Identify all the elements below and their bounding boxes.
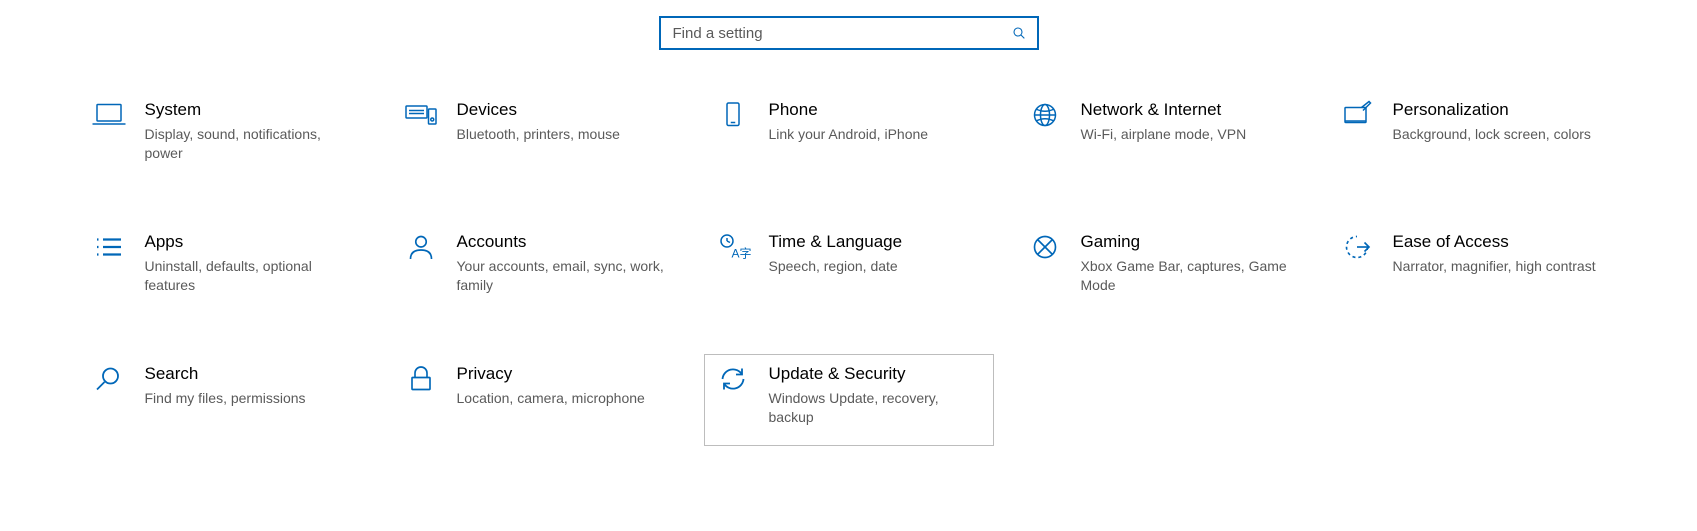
tile-desc: Windows Update, recovery, backup xyxy=(769,389,979,427)
tile-personalization[interactable]: Personalization Background, lock screen,… xyxy=(1328,90,1618,182)
tile-ease-of-access[interactable]: Ease of Access Narrator, magnifier, high… xyxy=(1328,222,1618,314)
tile-gaming[interactable]: Gaming Xbox Game Bar, captures, Game Mod… xyxy=(1016,222,1306,314)
tile-system[interactable]: System Display, sound, notifications, po… xyxy=(80,90,370,182)
tile-desc: Speech, region, date xyxy=(769,257,903,276)
svg-text:A字: A字 xyxy=(731,246,751,261)
time-language-icon: A字 xyxy=(711,229,755,265)
tile-title: Ease of Access xyxy=(1393,231,1596,253)
person-icon xyxy=(399,229,443,265)
tile-title: Privacy xyxy=(457,363,645,385)
tile-title: Gaming xyxy=(1081,231,1291,253)
tile-title: Apps xyxy=(145,231,355,253)
list-icon xyxy=(87,229,131,265)
tile-title: Personalization xyxy=(1393,99,1591,121)
tile-title: System xyxy=(145,99,355,121)
tile-desc: Wi-Fi, airplane mode, VPN xyxy=(1081,125,1247,144)
tile-desc: Narrator, magnifier, high contrast xyxy=(1393,257,1596,276)
tile-title: Phone xyxy=(769,99,929,121)
paintbrush-icon xyxy=(1335,97,1379,133)
tile-desc: Location, camera, microphone xyxy=(457,389,645,408)
laptop-icon xyxy=(87,97,131,133)
tile-phone[interactable]: Phone Link your Android, iPhone xyxy=(704,90,994,182)
tile-desc: Background, lock screen, colors xyxy=(1393,125,1591,144)
tile-title: Search xyxy=(145,363,306,385)
tile-title: Time & Language xyxy=(769,231,903,253)
tile-desc: Display, sound, notifications, power xyxy=(145,125,355,163)
tile-network[interactable]: Network & Internet Wi-Fi, airplane mode,… xyxy=(1016,90,1306,182)
ease-of-access-icon xyxy=(1335,229,1379,265)
tile-title: Network & Internet xyxy=(1081,99,1247,121)
search-input[interactable] xyxy=(671,24,1011,43)
search-box[interactable] xyxy=(659,16,1039,50)
tile-update-security[interactable]: Update & Security Windows Update, recove… xyxy=(704,354,994,446)
settings-grid: System Display, sound, notifications, po… xyxy=(80,90,1618,486)
tile-desc: Your accounts, email, sync, work, family xyxy=(457,257,667,295)
tile-desc: Bluetooth, printers, mouse xyxy=(457,125,620,144)
xbox-icon xyxy=(1023,229,1067,265)
tile-title: Devices xyxy=(457,99,620,121)
tile-desc: Link your Android, iPhone xyxy=(769,125,929,144)
keyboard-speaker-icon xyxy=(399,97,443,133)
search-wrapper xyxy=(0,0,1697,90)
tile-title: Accounts xyxy=(457,231,667,253)
tile-apps[interactable]: Apps Uninstall, defaults, optional featu… xyxy=(80,222,370,314)
tile-devices[interactable]: Devices Bluetooth, printers, mouse xyxy=(392,90,682,182)
tile-search[interactable]: Search Find my files, permissions xyxy=(80,354,370,446)
tile-time-language[interactable]: A字 Time & Language Speech, region, date xyxy=(704,222,994,314)
tile-desc: Uninstall, defaults, optional features xyxy=(145,257,355,295)
tile-desc: Find my files, permissions xyxy=(145,389,306,408)
tile-privacy[interactable]: Privacy Location, camera, microphone xyxy=(392,354,682,446)
phone-icon xyxy=(711,97,755,133)
tile-accounts[interactable]: Accounts Your accounts, email, sync, wor… xyxy=(392,222,682,314)
tile-desc: Xbox Game Bar, captures, Game Mode xyxy=(1081,257,1291,295)
sync-icon xyxy=(711,361,755,397)
search-icon xyxy=(1011,25,1027,41)
tile-title: Update & Security xyxy=(769,363,979,385)
globe-icon xyxy=(1023,97,1067,133)
lock-icon xyxy=(399,361,443,397)
magnifier-icon xyxy=(87,361,131,397)
